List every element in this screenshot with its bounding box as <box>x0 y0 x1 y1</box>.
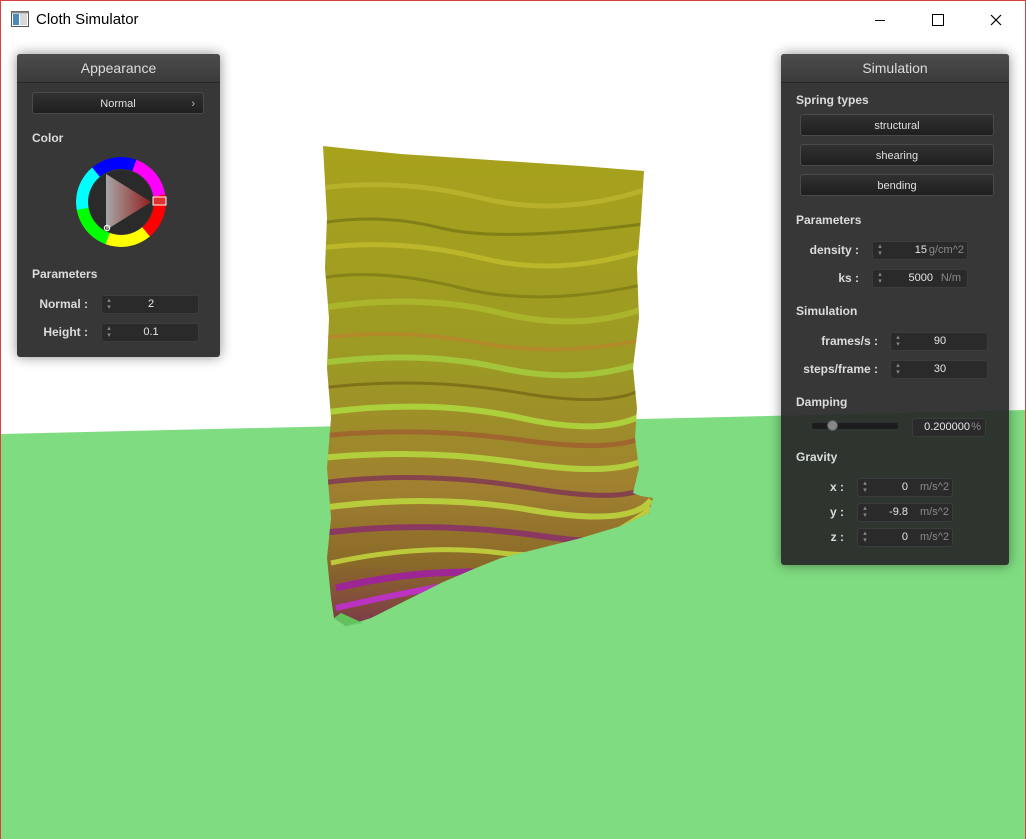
structural-button[interactable]: structural <box>800 114 994 136</box>
shader-select[interactable]: Normal › <box>32 92 204 114</box>
density-input[interactable]: ▴ ▾ 15 g/cm^2 <box>872 241 968 260</box>
ks-unit: N/m <box>940 272 961 284</box>
chevron-right-icon: › <box>191 98 195 110</box>
gravity-z-unit: m/s^2 <box>920 531 949 543</box>
height-label: Height : <box>43 325 88 339</box>
steps-value: 30 <box>933 363 947 375</box>
damping-input[interactable]: 0.200000 % <box>912 418 986 437</box>
spinner-icon[interactable]: ▴ ▾ <box>861 530 869 544</box>
appearance-parameters-label: Parameters <box>32 267 98 281</box>
app-window: Cloth Simulator Appearance Normal › Colo… <box>0 0 1026 839</box>
steps-label: steps/frame : <box>803 362 878 376</box>
color-section-label: Color <box>32 131 64 145</box>
gravity-label: Gravity <box>796 450 838 464</box>
simulation-section-label: Simulation <box>796 304 858 318</box>
maximize-icon <box>932 13 944 26</box>
gravity-y-label: y : <box>829 505 844 519</box>
damping-value: 0.200000 <box>924 421 970 433</box>
close-button[interactable] <box>967 1 1025 38</box>
height-input[interactable]: ▴ ▾ 0.1 <box>101 323 199 342</box>
damping-label: Damping <box>796 395 848 409</box>
gravity-x-label: x : <box>829 480 844 494</box>
gravity-z-value: 0 <box>901 531 908 543</box>
ks-value: 5000 <box>908 272 933 284</box>
spinner-icon[interactable]: ▴ ▾ <box>876 243 884 257</box>
close-icon <box>990 14 1002 25</box>
fps-input[interactable]: ▴ ▾ 90 <box>890 332 988 351</box>
normal-value: 2 <box>147 298 155 310</box>
minimize-button[interactable] <box>851 1 909 38</box>
appearance-panel-title[interactable]: Appearance <box>17 54 220 83</box>
window-title: Cloth Simulator <box>36 11 139 28</box>
fps-value: 90 <box>933 335 947 347</box>
simulation-panel-title[interactable]: Simulation <box>781 54 1009 83</box>
height-value: 0.1 <box>143 326 159 338</box>
gravity-x-value: 0 <box>901 481 908 493</box>
app-icon <box>11 11 29 27</box>
bending-button[interactable]: bending <box>800 174 994 196</box>
damping-slider-track[interactable] <box>811 420 899 431</box>
maximize-button[interactable] <box>909 1 967 38</box>
density-label: density : <box>809 243 859 257</box>
spring-types-label: Spring types <box>796 93 869 107</box>
damping-slider-knob[interactable] <box>827 420 839 431</box>
simulation-panel: Simulation Spring types structural shear… <box>781 54 1009 565</box>
normal-input[interactable]: ▴ ▾ 2 <box>101 295 199 314</box>
gravity-z-label: z : <box>830 530 844 544</box>
title-bar[interactable]: Cloth Simulator <box>1 1 1025 38</box>
color-wheel[interactable] <box>76 157 170 251</box>
gravity-y-unit: m/s^2 <box>920 506 949 518</box>
fps-label: frames/s : <box>821 334 878 348</box>
shader-label: Normal <box>100 98 136 110</box>
ks-input[interactable]: ▴ ▾ 5000 N/m <box>872 269 968 288</box>
spinner-icon[interactable]: ▴ ▾ <box>861 480 869 494</box>
spinner-icon[interactable]: ▴ ▾ <box>876 271 884 285</box>
damping-unit: % <box>971 421 981 433</box>
ks-label: ks : <box>838 271 859 285</box>
gravity-x-input[interactable]: ▴ ▾ 0 m/s^2 <box>857 478 953 497</box>
normal-label: Normal : <box>39 297 88 311</box>
shearing-button[interactable]: shearing <box>800 144 994 166</box>
spinner-icon[interactable]: ▴ ▾ <box>861 505 869 519</box>
density-value: 15 <box>914 244 927 256</box>
gravity-y-input[interactable]: ▴ ▾ -9.8 m/s^2 <box>857 503 953 522</box>
minimize-icon <box>875 19 885 21</box>
simulation-parameters-label: Parameters <box>796 213 862 227</box>
render-viewport[interactable]: Appearance Normal › Color Parameters Nor… <box>1 38 1025 839</box>
gravity-x-unit: m/s^2 <box>920 481 949 493</box>
gravity-y-value: -9.8 <box>889 506 908 518</box>
density-unit: g/cm^2 <box>928 244 964 256</box>
gravity-z-input[interactable]: ▴ ▾ 0 m/s^2 <box>857 528 953 547</box>
steps-input[interactable]: ▴ ▾ 30 <box>890 360 988 379</box>
appearance-panel: Appearance Normal › Color Parameters Nor… <box>17 54 220 357</box>
